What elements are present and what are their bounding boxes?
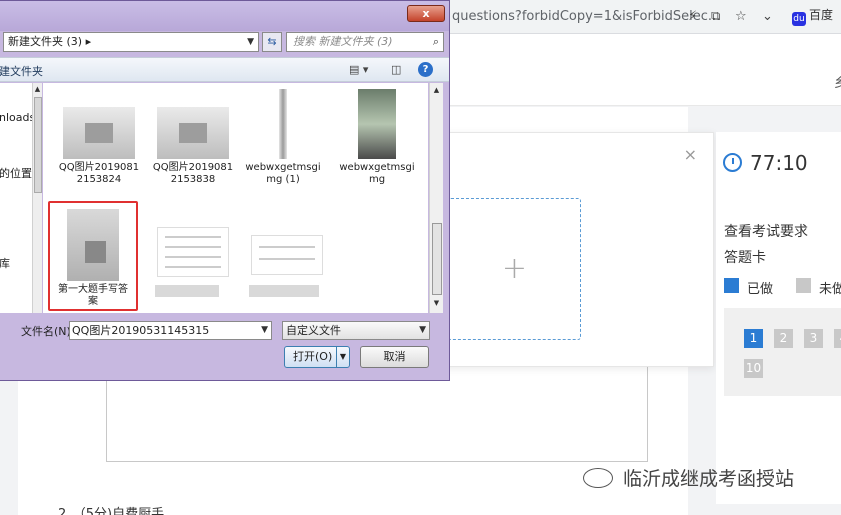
timer-value: 77:10 bbox=[750, 151, 808, 175]
scroll-up-icon[interactable]: ▲ bbox=[33, 85, 42, 93]
file-name-redacted bbox=[155, 285, 219, 297]
question-number-button[interactable]: 1 bbox=[744, 329, 763, 348]
wechat-watermark: 临沂成继成考函授站 bbox=[583, 464, 794, 491]
filetype-value: 自定义文件 bbox=[286, 324, 341, 337]
open-dropdown-icon[interactable]: ▼ bbox=[336, 347, 349, 367]
answer-card-heading: 答题卡 bbox=[724, 250, 766, 266]
nav-scrollbar[interactable]: ▲ bbox=[32, 83, 42, 313]
file-thumbnail bbox=[251, 235, 323, 275]
filetype-select[interactable]: 自定义文件 ▼ bbox=[282, 321, 430, 340]
dialog-address-row: 新建文件夹 (3) ▸ ▼ ⇆ 搜索 新建文件夹 (3) ⌕ bbox=[3, 32, 446, 54]
file-name: QQ图片20190812153824 bbox=[58, 162, 140, 185]
question-number-button[interactable]: 2 bbox=[774, 329, 793, 348]
address-path: 新建文件夹 (3) ▸ bbox=[8, 35, 92, 48]
baidu-button[interactable]: du 百度 bbox=[792, 6, 841, 28]
file-name: webwxgetmsgimg (1) bbox=[245, 162, 321, 185]
search-icon: ⌕ bbox=[432, 35, 439, 48]
star-icon[interactable]: ☆ bbox=[735, 9, 747, 24]
exam-timer: 77:10 bbox=[723, 151, 808, 175]
new-folder-button[interactable]: 建文件夹 bbox=[0, 63, 43, 79]
view-requirements-link[interactable]: 查看考试要求 bbox=[724, 221, 808, 241]
question-2-title: 2．（5分)自费厨手... bbox=[58, 507, 177, 515]
file-item-selected[interactable]: 第一大题手写答案 bbox=[48, 201, 138, 311]
legend-done-swatch bbox=[724, 278, 739, 293]
nav-item-recent-places[interactable]: 的位置 bbox=[0, 165, 32, 181]
file-name: 第一大题手写答案 bbox=[58, 284, 128, 307]
header-truncated-text: 乡 bbox=[833, 76, 841, 91]
file-thumbnail bbox=[358, 89, 396, 159]
plus-icon: + bbox=[501, 251, 528, 286]
file-list-pane: QQ图片20190812153824 QQ图片20190812153838 we… bbox=[43, 83, 428, 313]
chevron-down-icon[interactable]: ▼ bbox=[419, 322, 426, 339]
chevron-down-icon[interactable]: ▼ bbox=[261, 322, 268, 339]
open-button[interactable]: 打开(O) ▼ bbox=[284, 346, 350, 368]
translate-icon[interactable]: ⧉ bbox=[711, 9, 720, 24]
legend-done-label: 已做 bbox=[747, 282, 774, 297]
open-label: 打开(O) bbox=[293, 350, 333, 363]
file-name: QQ图片20190812153838 bbox=[152, 162, 234, 185]
file-thumbnail bbox=[63, 107, 135, 159]
filename-row: 文件名(N): QQ图片20190531145315 ▼ 自定义文件 ▼ bbox=[0, 319, 449, 343]
refresh-icon[interactable]: ⇆ bbox=[262, 32, 282, 52]
file-list-scrollbar[interactable]: ▲ ▼ bbox=[429, 83, 443, 313]
chevron-down-icon[interactable]: ⌄ bbox=[762, 9, 773, 24]
baidu-paw-icon: du bbox=[792, 12, 806, 26]
dialog-toolbar: 建文件夹 ▤ ▾ ◫ ? bbox=[0, 57, 449, 82]
file-thumbnail bbox=[67, 209, 119, 281]
lightning-icon[interactable]: ⚡ bbox=[688, 9, 697, 24]
file-item[interactable] bbox=[245, 235, 329, 297]
help-icon[interactable]: ? bbox=[418, 62, 433, 77]
filename-label: 文件名(N): bbox=[21, 325, 75, 338]
wechat-icon bbox=[583, 468, 613, 488]
nav-item-downloads[interactable]: nloads bbox=[0, 111, 35, 124]
view-options-icon[interactable]: ▤ ▾ bbox=[349, 63, 368, 76]
legend-undone-swatch bbox=[796, 278, 811, 293]
file-thumbnail bbox=[157, 107, 229, 159]
file-item[interactable]: QQ图片20190812153824 bbox=[57, 107, 141, 186]
watermark-text: 临沂成继成考函授站 bbox=[623, 468, 795, 490]
file-thumbnail bbox=[157, 227, 229, 277]
nav-item-libraries[interactable]: 库 bbox=[0, 255, 10, 271]
filename-input[interactable]: QQ图片20190531145315 ▼ bbox=[69, 321, 272, 340]
baidu-label: 百度 bbox=[809, 8, 834, 22]
file-name: webwxgetmsgimg bbox=[339, 162, 415, 185]
dialog-close-button[interactable]: x bbox=[407, 5, 445, 22]
question-number-panel bbox=[724, 308, 841, 396]
preview-pane-icon[interactable]: ◫ bbox=[391, 63, 401, 76]
address-breadcrumb[interactable]: 新建文件夹 (3) ▸ ▼ bbox=[3, 32, 259, 52]
file-item[interactable] bbox=[151, 227, 235, 297]
address-bar-url[interactable]: questions?forbidCopy=1&isForbidSelec... bbox=[452, 9, 720, 24]
question-number-button[interactable]: 10 bbox=[744, 359, 763, 378]
scroll-up-icon[interactable]: ▲ bbox=[430, 86, 443, 94]
upload-dropzone[interactable]: + bbox=[448, 198, 581, 340]
search-input[interactable]: 搜索 新建文件夹 (3) ⌕ bbox=[286, 32, 444, 52]
file-open-dialog: x 新建文件夹 (3) ▸ ▼ ⇆ 搜索 新建文件夹 (3) ⌕ 建文件夹 ▤ … bbox=[0, 0, 450, 381]
file-item[interactable]: webwxgetmsgimg bbox=[335, 89, 419, 186]
close-icon[interactable]: × bbox=[684, 145, 697, 164]
nav-scroll-thumb[interactable] bbox=[34, 97, 42, 193]
cancel-button[interactable]: 取消 bbox=[360, 346, 429, 368]
scroll-down-icon[interactable]: ▼ bbox=[430, 299, 443, 307]
question-number-button[interactable]: 4 bbox=[834, 329, 841, 348]
dialog-titlebar bbox=[0, 1, 449, 31]
legend-undone-label: 未做 bbox=[819, 282, 841, 297]
stopwatch-icon bbox=[723, 153, 742, 172]
file-item[interactable]: webwxgetmsgimg (1) bbox=[241, 89, 325, 186]
filename-value: QQ图片20190531145315 bbox=[72, 324, 210, 337]
file-scroll-thumb[interactable] bbox=[432, 223, 442, 295]
chevron-down-icon[interactable]: ▼ bbox=[247, 33, 254, 51]
search-placeholder: 搜索 新建文件夹 (3) bbox=[293, 35, 393, 48]
file-item[interactable]: QQ图片20190812153838 bbox=[151, 107, 235, 186]
question-number-button[interactable]: 3 bbox=[804, 329, 823, 348]
file-name-redacted bbox=[249, 285, 319, 297]
file-thumbnail bbox=[279, 89, 287, 159]
